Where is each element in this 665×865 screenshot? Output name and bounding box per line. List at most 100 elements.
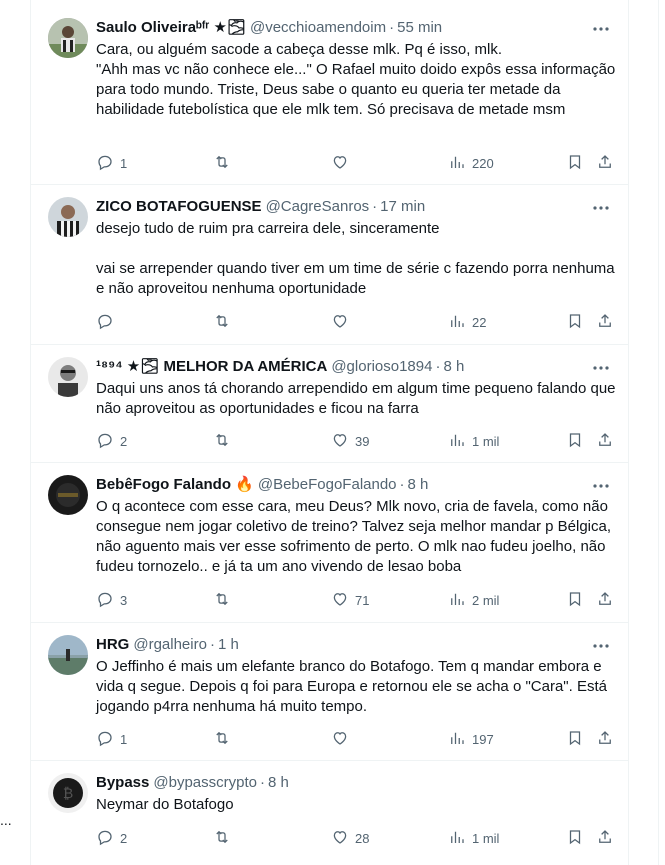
views-button[interactable]: 1 mil: [448, 828, 499, 848]
view-count: 22: [472, 314, 487, 330]
tweet-time[interactable]: 55 min: [397, 18, 442, 38]
view-count: 197: [472, 731, 494, 747]
share-button[interactable]: [596, 312, 614, 332]
like-button[interactable]: [331, 729, 355, 749]
tweet-time[interactable]: 1 h: [218, 635, 239, 655]
more-options-icon[interactable]: [592, 359, 610, 377]
retweet-button[interactable]: [213, 828, 237, 848]
bookmark-button[interactable]: [566, 431, 584, 451]
author-handle[interactable]: @glorioso1894: [331, 357, 432, 377]
reply-tweet[interactable]: ZICO BOTAFOGUENSE @CagreSanros · 17 min …: [31, 185, 628, 345]
analytics-icon: [448, 828, 466, 849]
share-button[interactable]: [596, 828, 614, 848]
analytics-icon: [448, 431, 466, 452]
bookmark-button[interactable]: [566, 828, 584, 848]
author-handle[interactable]: @vecchioamendoim: [250, 18, 386, 38]
like-button[interactable]: 28: [331, 828, 369, 848]
more-options-icon[interactable]: [592, 20, 610, 38]
tweet-text: O q acontece com esse cara, meu Deus? Ml…: [96, 498, 616, 575]
reply-button[interactable]: 1: [96, 153, 127, 173]
tweet-text: Neymar do Botafogo: [96, 796, 234, 813]
bookmark-button[interactable]: [566, 729, 584, 749]
reply-tweet[interactable]: HRG @rgalheiro · 1 h O Jeffinho é mais u…: [31, 623, 628, 761]
like-count: 71: [355, 592, 370, 608]
analytics-icon: [448, 590, 466, 611]
retweet-button[interactable]: [213, 312, 237, 332]
more-options-icon[interactable]: [592, 199, 610, 217]
views-button[interactable]: 197: [448, 729, 494, 749]
avatar[interactable]: [48, 635, 88, 675]
author-handle[interactable]: @CagreSanros: [266, 197, 370, 217]
share-icon: [596, 590, 614, 611]
retweet-icon: [213, 431, 231, 452]
share-icon: [596, 431, 614, 452]
like-button[interactable]: 71: [331, 590, 369, 610]
reply-tweet[interactable]: Saulo Oliveiraᵇᶠʳ ★🌫 @vecchioamendoim · …: [31, 0, 628, 185]
views-button[interactable]: 220: [448, 153, 494, 173]
retweet-button[interactable]: [213, 590, 237, 610]
avatar[interactable]: [48, 18, 88, 58]
share-button[interactable]: [596, 431, 614, 451]
tweet-time[interactable]: 8 h: [443, 357, 464, 377]
author-name[interactable]: ZICO BOTAFOGUENSE: [96, 197, 262, 217]
reply-tweet[interactable]: ₿ Bypass @bypasscrypto · 8 h Neymar do B…: [31, 761, 628, 865]
author-name[interactable]: ¹⁸⁹⁴ ★🌫 MELHOR DA AMÉRICA: [96, 357, 327, 377]
reply-count: 1: [120, 731, 128, 747]
share-icon: [596, 729, 614, 750]
bookmark-icon: [566, 312, 584, 333]
like-button[interactable]: [331, 312, 355, 332]
svg-text:₿: ₿: [63, 786, 73, 802]
tweet-time[interactable]: 8 h: [268, 773, 289, 793]
heart-icon: [331, 431, 349, 452]
like-count: 28: [355, 830, 370, 846]
author-name[interactable]: BebêFogo Falando 🔥: [96, 475, 254, 495]
bookmark-icon: [566, 431, 584, 452]
reply-button[interactable]: 1: [96, 729, 127, 749]
views-button[interactable]: 2 mil: [448, 590, 499, 610]
author-handle[interactable]: @bypasscrypto: [153, 773, 257, 793]
analytics-icon: [448, 312, 466, 333]
bookmark-button[interactable]: [566, 153, 584, 173]
share-button[interactable]: [596, 729, 614, 749]
reply-tweet[interactable]: BebêFogo Falando 🔥 @BebeFogoFalando · 8 …: [31, 463, 628, 623]
retweet-button[interactable]: [213, 153, 237, 173]
tweet-time[interactable]: 8 h: [408, 475, 429, 495]
bookmark-button[interactable]: [566, 312, 584, 332]
reply-tweet[interactable]: ¹⁸⁹⁴ ★🌫 MELHOR DA AMÉRICA @glorioso1894 …: [31, 345, 628, 463]
share-icon: [596, 828, 614, 849]
reply-icon: [96, 431, 114, 452]
more-options-icon[interactable]: [592, 637, 610, 655]
author-name[interactable]: HRG: [96, 635, 129, 655]
more-options-icon[interactable]: [592, 477, 610, 495]
share-icon: [596, 312, 614, 333]
avatar[interactable]: ₿: [48, 773, 88, 813]
avatar[interactable]: [48, 475, 88, 515]
share-button[interactable]: [596, 153, 614, 173]
avatar[interactable]: [48, 197, 88, 237]
reply-button[interactable]: 2: [96, 431, 127, 451]
retweet-button[interactable]: [213, 431, 237, 451]
author-name[interactable]: Saulo Oliveiraᵇᶠʳ ★🌫: [96, 18, 246, 38]
reply-icon: [96, 590, 114, 611]
heart-icon: [331, 590, 349, 611]
author-name[interactable]: Bypass: [96, 773, 149, 793]
reply-icon: [96, 828, 114, 849]
reply-button[interactable]: 2: [96, 828, 127, 848]
share-button[interactable]: [596, 590, 614, 610]
reply-button[interactable]: [96, 312, 120, 332]
heart-icon: [331, 828, 349, 849]
views-button[interactable]: 1 mil: [448, 431, 499, 451]
view-count: 220: [472, 155, 494, 171]
like-button[interactable]: 39: [331, 431, 369, 451]
author-handle[interactable]: @BebeFogoFalando: [258, 475, 397, 495]
tweet-text: desejo tudo de ruim pra carreira dele, s…: [96, 220, 615, 297]
reply-button[interactable]: 3: [96, 590, 127, 610]
tweet-time[interactable]: 17 min: [380, 197, 425, 217]
views-button[interactable]: 22: [448, 312, 486, 332]
bookmark-button[interactable]: [566, 590, 584, 610]
retweet-button[interactable]: [213, 729, 237, 749]
like-count: 39: [355, 433, 370, 449]
author-handle[interactable]: @rgalheiro: [133, 635, 207, 655]
avatar[interactable]: [48, 357, 88, 397]
like-button[interactable]: [331, 153, 355, 173]
